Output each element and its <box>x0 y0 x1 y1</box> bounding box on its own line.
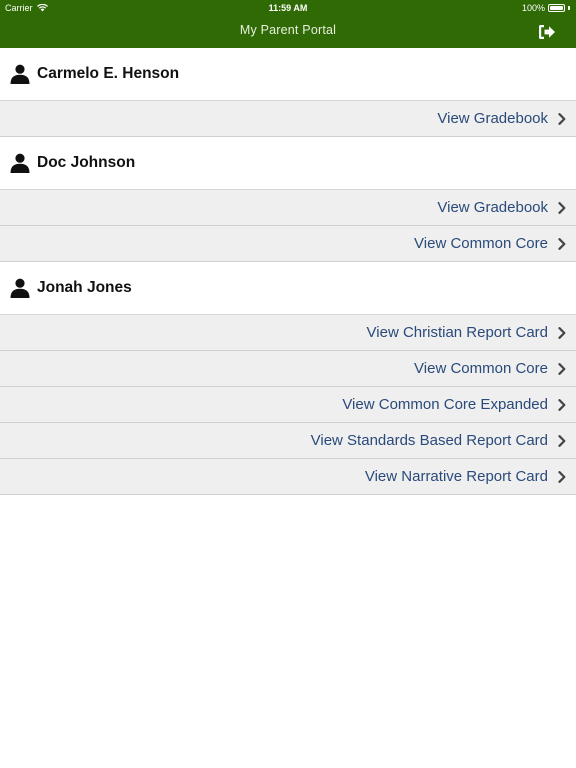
report-link-label: View Common Core Expanded <box>342 396 548 413</box>
chevron-right-icon <box>558 470 566 483</box>
report-link-label: View Gradebook <box>437 110 548 127</box>
chevron-right-icon <box>558 237 566 250</box>
report-link-label: View Narrative Report Card <box>364 468 548 485</box>
page-title: My Parent Portal <box>239 23 337 37</box>
person-icon <box>10 64 30 84</box>
logout-icon <box>539 25 555 39</box>
person-icon <box>10 278 30 298</box>
student-header: Doc Johnson <box>0 137 576 190</box>
chevron-right-icon <box>558 112 566 125</box>
student-name: Doc Johnson <box>37 154 136 171</box>
report-link-row[interactable]: View Standards Based Report Card <box>0 423 576 459</box>
chevron-right-icon <box>558 201 566 214</box>
student-header: Carmelo E. Henson <box>0 48 576 101</box>
nav-bar: Carrier 11:59 AM 100% My Parent Portal <box>0 0 576 48</box>
chevron-right-icon <box>558 326 566 339</box>
student-list: Carmelo E. Henson View Gradebook Doc Johns… <box>0 48 576 495</box>
status-bar: Carrier 11:59 AM 100% <box>0 0 576 18</box>
report-link-row[interactable]: View Common Core Expanded <box>0 387 576 423</box>
report-link-row[interactable]: View Narrative Report Card <box>0 459 576 495</box>
report-link-label: View Standards Based Report Card <box>310 432 548 449</box>
battery-indicator: 100% <box>522 3 570 13</box>
battery-percent: 100% <box>521 3 545 13</box>
chevron-right-icon <box>558 398 566 411</box>
person-icon <box>10 153 30 173</box>
report-link-label: View Gradebook <box>437 199 548 216</box>
logout-button[interactable] <box>538 24 556 40</box>
report-link-label: View Common Core <box>414 360 548 377</box>
chevron-right-icon <box>558 362 566 375</box>
report-link-row[interactable]: View Christian Report Card <box>0 315 576 351</box>
report-link-row[interactable]: View Common Core <box>0 351 576 387</box>
battery-icon <box>548 4 565 12</box>
report-link-row[interactable]: View Common Core <box>0 226 576 262</box>
report-link-label: View Common Core <box>414 235 548 252</box>
chevron-right-icon <box>558 434 566 447</box>
student-header: Jonah Jones <box>0 262 576 315</box>
student-name: Carmelo E. Henson <box>37 65 180 82</box>
report-link-label: View Christian Report Card <box>366 324 548 341</box>
student-name: Jonah Jones <box>37 279 132 296</box>
report-link-row[interactable]: View Gradebook <box>0 101 576 137</box>
report-link-row[interactable]: View Gradebook <box>0 190 576 226</box>
status-time: 11:59 AM <box>268 3 308 13</box>
battery-tip <box>568 6 570 10</box>
